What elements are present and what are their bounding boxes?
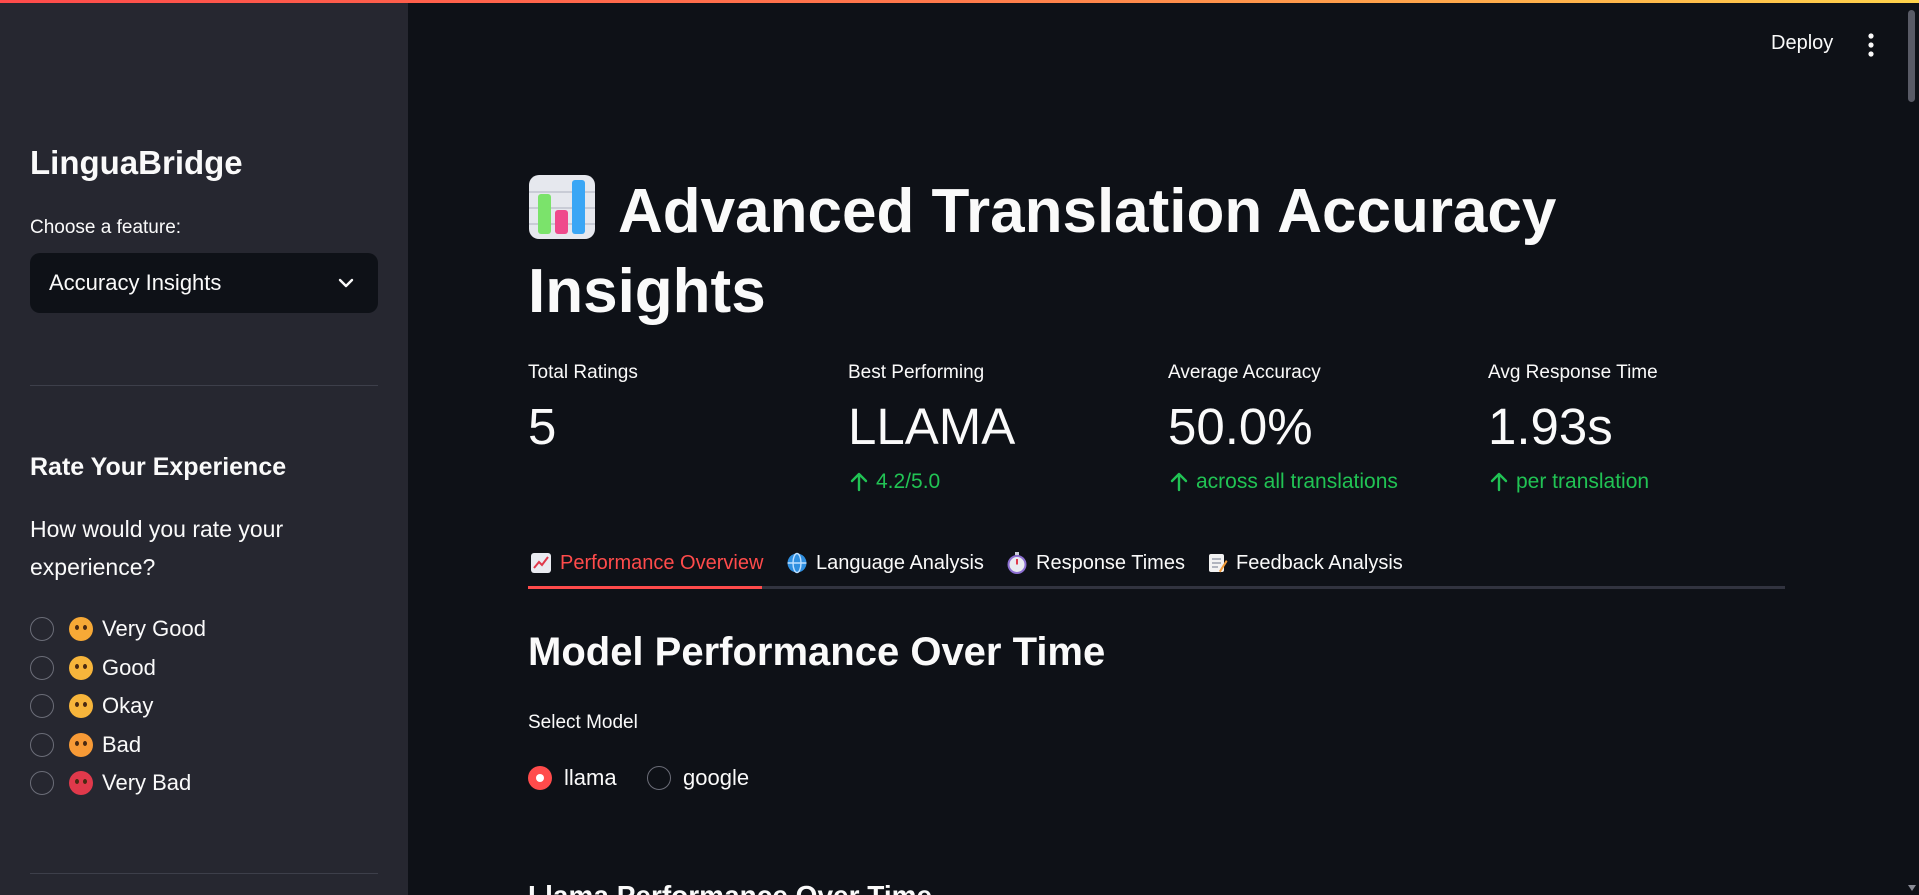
- metric-delta-text: across all translations: [1196, 470, 1398, 493]
- page-title: Advanced Translation Accuracy Insights: [528, 172, 1628, 332]
- arrow-up-icon: [1490, 472, 1508, 492]
- metric-average-accuracy: Average Accuracy 50.0% across all transl…: [1168, 362, 1468, 494]
- sidebar-divider: [30, 873, 378, 874]
- rating-option-label: Bad: [102, 731, 142, 757]
- subsection-title: Llama Performance Over Time: [528, 880, 932, 895]
- tab-label: Response Times: [1036, 551, 1185, 574]
- rating-option-good[interactable]: Good: [30, 649, 206, 688]
- kebab-menu-icon[interactable]: [1862, 32, 1880, 58]
- rating-option-okay[interactable]: Okay: [30, 687, 206, 726]
- arrow-up-icon: [850, 472, 868, 492]
- select-model-label: Select Model: [528, 712, 638, 733]
- metric-value: 50.0%: [1168, 398, 1313, 455]
- feature-select-value: Accuracy Insights: [49, 270, 222, 295]
- rating-option-very-good[interactable]: Very Good: [30, 610, 206, 649]
- app-title: LinguaBridge: [30, 144, 243, 181]
- model-option-label: google: [683, 765, 750, 790]
- tab-feedback-analysis[interactable]: Feedback Analysis: [1206, 540, 1403, 586]
- scrollbar[interactable]: [1905, 0, 1919, 895]
- tab-bar: Performance Overview Language Analysis R…: [528, 540, 1785, 590]
- metric-value: 1.93s: [1488, 398, 1613, 455]
- sidebar: LinguaBridge Choose a feature: Accuracy …: [0, 0, 408, 895]
- arrow-up-icon: [1170, 472, 1188, 492]
- rating-option-label: Okay: [102, 693, 154, 719]
- rating-radio-group: Very Good Good Okay Bad Very Bad: [30, 610, 206, 803]
- tab-label: Language Analysis: [816, 551, 984, 574]
- metric-label: Average Accuracy: [1168, 362, 1321, 383]
- memo-icon: [1209, 554, 1228, 573]
- radio-button[interactable]: [30, 694, 54, 719]
- metric-delta-text: per translation: [1516, 470, 1650, 493]
- tab-performance-overview[interactable]: Performance Overview: [530, 540, 763, 586]
- deploy-button[interactable]: Deploy: [1771, 32, 1833, 55]
- metric-value: 5: [528, 398, 557, 455]
- rating-option-label: Good: [102, 654, 156, 680]
- active-tab-indicator: [528, 586, 762, 589]
- feature-select[interactable]: Accuracy Insights: [30, 253, 378, 313]
- stopwatch-icon: [1007, 552, 1027, 574]
- model-option-google[interactable]: google: [647, 765, 749, 791]
- chart-increasing-icon: [531, 553, 551, 573]
- tab-label: Performance Overview: [560, 551, 764, 574]
- rating-option-label: Very Bad: [102, 770, 192, 796]
- radio-button[interactable]: [30, 732, 54, 757]
- radio-button[interactable]: [30, 771, 54, 796]
- metric-delta: 4.2/5.0: [848, 470, 1148, 494]
- metric-delta: per translation: [1488, 470, 1788, 494]
- chevron-down-icon: [338, 278, 354, 288]
- tab-language-analysis[interactable]: Language Analysis: [786, 540, 984, 586]
- frowning-face-icon: [69, 732, 93, 757]
- slight-smile-face-icon: [69, 655, 93, 680]
- metric-label: Total Ratings: [528, 362, 638, 383]
- rating-option-label: Very Good: [102, 616, 206, 642]
- neutral-face-icon: [69, 694, 93, 719]
- tab-label: Feedback Analysis: [1236, 551, 1403, 574]
- radio-button-selected[interactable]: [528, 766, 552, 790]
- radio-button[interactable]: [30, 655, 54, 680]
- rating-option-bad[interactable]: Bad: [30, 726, 206, 765]
- scroll-down-arrow-icon[interactable]: [1906, 883, 1918, 893]
- metric-label: Best Performing: [848, 362, 985, 383]
- metric-label: Avg Response Time: [1488, 362, 1658, 383]
- metric-total-ratings: Total Ratings 5: [528, 362, 828, 456]
- angry-face-icon: [69, 771, 93, 796]
- metric-value: LLAMA: [848, 398, 1016, 455]
- rating-option-very-bad[interactable]: Very Bad: [30, 764, 206, 803]
- page-title-text: Advanced Translation Accuracy Insights: [528, 177, 1557, 326]
- sidebar-divider: [30, 385, 378, 386]
- top-decoration-bar: [0, 0, 1919, 3]
- metric-delta: across all translations: [1168, 470, 1468, 494]
- metric-avg-response-time: Avg Response Time 1.93s per translation: [1488, 362, 1788, 494]
- section-title: Model Performance Over Time: [528, 630, 1106, 674]
- metric-best-performing: Best Performing LLAMA 4.2/5.0: [848, 362, 1148, 494]
- rate-title: Rate Your Experience: [30, 453, 287, 481]
- radio-button[interactable]: [647, 766, 671, 790]
- model-option-llama[interactable]: llama: [528, 765, 617, 791]
- scrollbar-thumb[interactable]: [1908, 10, 1915, 102]
- smiling-face-icon: [69, 617, 93, 642]
- bar-chart-icon: [529, 175, 595, 239]
- radio-button[interactable]: [30, 617, 54, 642]
- feature-select-label: Choose a feature:: [30, 217, 182, 238]
- model-option-label: llama: [564, 765, 617, 790]
- metric-delta-text: 4.2/5.0: [876, 470, 941, 493]
- rate-question: How would you rate your experience?: [30, 516, 284, 580]
- tab-response-times[interactable]: Response Times: [1006, 540, 1185, 586]
- globe-icon: [787, 552, 807, 574]
